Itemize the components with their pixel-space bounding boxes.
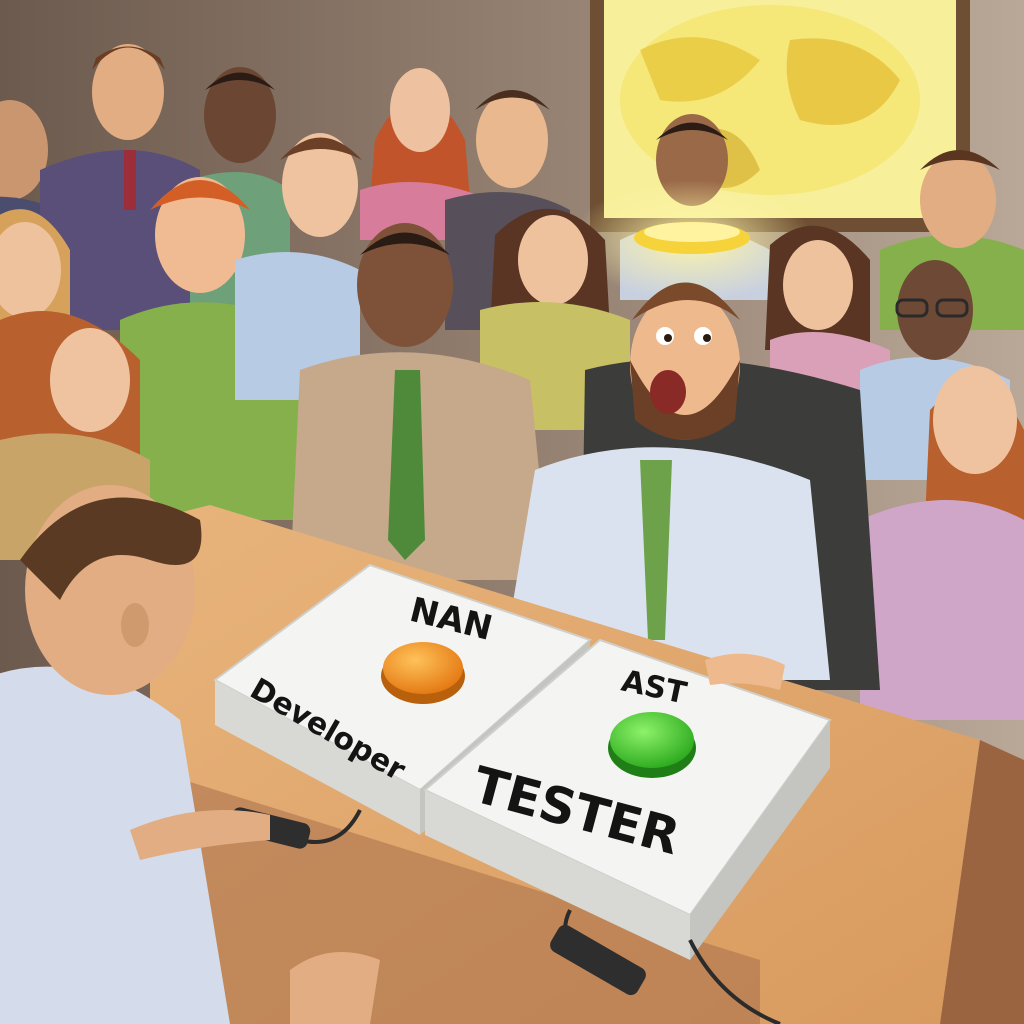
green-push-button-icon[interactable] [608, 712, 696, 778]
illustration-scene: NAN Developer AST TESTER [0, 0, 1024, 1024]
orange-push-button-icon[interactable] [381, 642, 465, 704]
illustration-svg: NAN Developer AST TESTER [0, 0, 1024, 1024]
